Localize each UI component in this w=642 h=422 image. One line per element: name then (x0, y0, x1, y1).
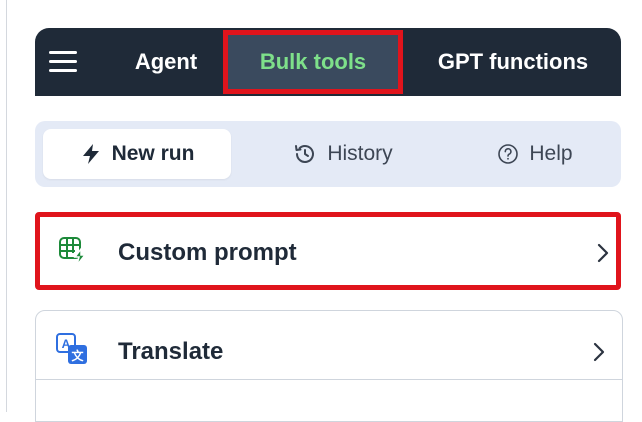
tab-gpt-functions[interactable]: GPT functions (407, 28, 619, 96)
translate-card[interactable]: A 文 Translate (35, 310, 623, 422)
tab-bulk-tools[interactable]: Bulk tools (223, 30, 403, 94)
history-clock-icon (295, 145, 315, 163)
translate-icon: A 文 (56, 333, 87, 364)
history-label: History (327, 142, 393, 165)
card-divider (36, 379, 622, 380)
chevron-right-icon (597, 243, 609, 263)
help-button[interactable]: Help (451, 129, 619, 179)
custom-prompt-label: Custom prompt (118, 239, 297, 266)
spreadsheet-bolt-icon (59, 237, 87, 266)
tab-agent[interactable]: Agent (101, 28, 231, 96)
sidebar-panel: Agent Bulk tools GPT functions New run H… (6, 0, 642, 422)
lightning-bolt-icon (82, 144, 99, 164)
question-circle-icon (498, 144, 519, 164)
top-navigation-bar: Agent Bulk tools GPT functions (35, 28, 621, 96)
hamburger-menu-icon[interactable] (49, 48, 81, 76)
translate-label: Translate (118, 338, 224, 365)
custom-prompt-card[interactable]: Custom prompt (35, 212, 621, 290)
history-button[interactable]: History (243, 129, 443, 179)
bulk-tools-toolbar: New run History Help (35, 121, 621, 187)
svg-text:文: 文 (71, 348, 84, 363)
chevron-right-icon (593, 342, 605, 362)
help-label: Help (529, 142, 573, 165)
new-run-label: New run (111, 142, 195, 165)
new-run-button[interactable]: New run (43, 129, 231, 179)
